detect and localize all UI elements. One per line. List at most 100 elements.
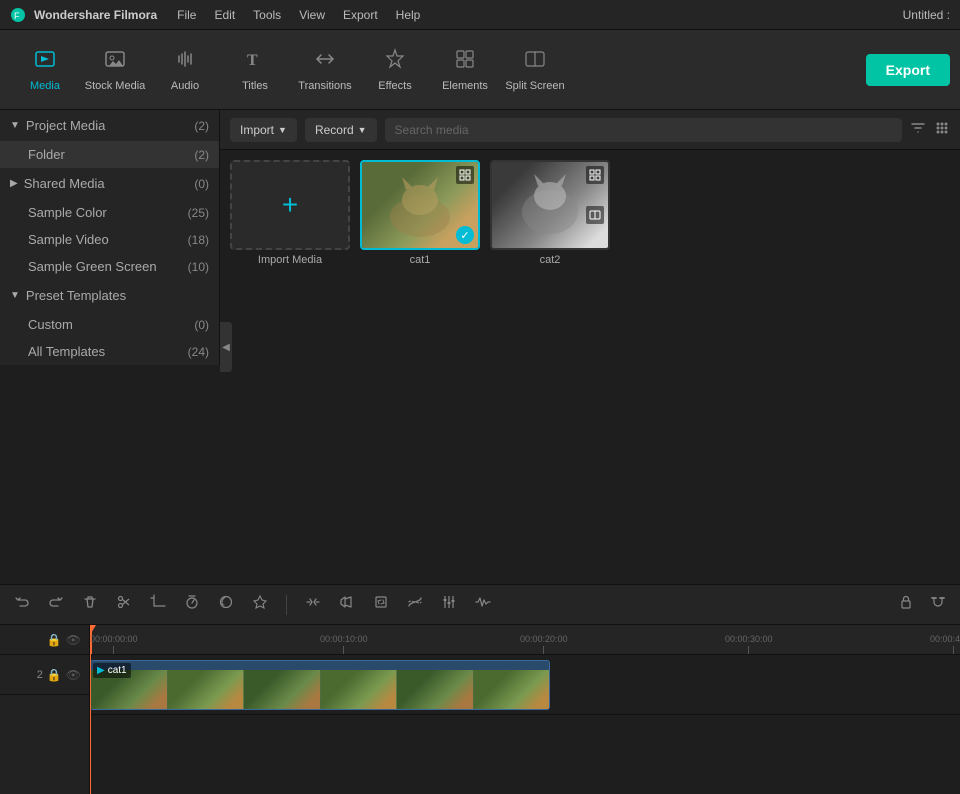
window-title: Untitled :	[903, 8, 950, 22]
cat2-thumbnail[interactable]	[490, 160, 610, 250]
sidebar-item-sample-green-screen[interactable]: Sample Green Screen (10)	[0, 253, 219, 280]
undo-button[interactable]	[10, 590, 34, 619]
media-card-cat1[interactable]: ✓ cat1	[360, 160, 480, 266]
tab-effects[interactable]: Effects	[360, 35, 430, 105]
tab-transitions-label: Transitions	[298, 80, 351, 92]
tab-split-screen-label: Split Screen	[505, 80, 564, 92]
timeline-content: 🔒 👁 2 🔒 👁 00:00:00:00 00:00:10:00	[0, 625, 960, 794]
video-track-label: 2 🔒 👁	[0, 655, 89, 695]
stabilize-button[interactable]	[301, 590, 325, 619]
menu-bar: File Edit Tools View Export Help	[177, 8, 420, 22]
custom-count: (0)	[194, 318, 209, 332]
split-icon	[586, 206, 604, 224]
sidebar-collapse-button[interactable]: ◀	[220, 322, 232, 372]
tab-stock-media[interactable]: Stock Media	[80, 35, 150, 105]
menu-view[interactable]: View	[299, 8, 325, 22]
sidebar: ▼ Project Media (2) Folder (2) ▶ Shared …	[0, 110, 220, 365]
menu-tools[interactable]: Tools	[253, 8, 281, 22]
custom-label: Custom	[28, 317, 194, 332]
delete-button[interactable]	[78, 590, 102, 619]
all-templates-count: (24)	[188, 345, 209, 359]
tab-titles[interactable]: T Titles	[220, 35, 290, 105]
import-media-card[interactable]: + Import Media	[230, 160, 350, 266]
filter-button[interactable]	[910, 120, 926, 139]
plus-icon: +	[282, 189, 298, 221]
shared-media-label: Shared Media	[24, 176, 195, 191]
menu-file[interactable]: File	[177, 8, 196, 22]
svg-text:T: T	[247, 52, 258, 69]
sample-color-count: (25)	[188, 206, 209, 220]
speed-button[interactable]	[180, 590, 204, 619]
preset-templates-label: Preset Templates	[26, 288, 209, 303]
app-logo: F	[10, 7, 26, 23]
color-button[interactable]	[214, 590, 238, 619]
timeline-toolbar	[0, 585, 960, 625]
lock-button[interactable]	[894, 590, 918, 619]
eye-track-icon[interactable]: 👁	[66, 668, 81, 682]
sidebar-item-all-templates[interactable]: All Templates (24)	[0, 338, 219, 365]
menu-export[interactable]: Export	[343, 8, 378, 22]
video-clip-cat1[interactable]: ▶ cat1	[90, 660, 550, 710]
waveform-button[interactable]	[471, 590, 495, 619]
shared-media-count: (0)	[194, 177, 209, 191]
track-number: 2	[37, 669, 43, 681]
import-media-area[interactable]: +	[230, 160, 350, 250]
main-area: ▼ Project Media (2) Folder (2) ▶ Shared …	[0, 110, 960, 584]
cat1-label: cat1	[410, 254, 431, 266]
sidebar-item-sample-color[interactable]: Sample Color (25)	[0, 199, 219, 226]
ai-tools-button[interactable]	[248, 590, 272, 619]
timeline-tracks: ▶ cat1	[90, 655, 960, 794]
lut-button[interactable]	[403, 590, 427, 619]
sidebar-item-sample-video[interactable]: Sample Video (18)	[0, 226, 219, 253]
tab-transitions[interactable]: Transitions	[290, 35, 360, 105]
title-bar: F Wondershare Filmora File Edit Tools Vi…	[0, 0, 960, 30]
lock-track-icon[interactable]: 🔒	[47, 668, 62, 682]
content-toolbar: Import ▼ Record ▼	[220, 110, 960, 150]
ruler-mark-0: 00:00:00:00	[90, 634, 138, 654]
media-grid: + Import Media	[220, 150, 960, 584]
sample-green-screen-label: Sample Green Screen	[28, 259, 188, 274]
sidebar-wrapper: ▼ Project Media (2) Folder (2) ▶ Shared …	[0, 110, 220, 584]
sidebar-item-preset-templates[interactable]: ▼ Preset Templates	[0, 280, 219, 311]
import-button[interactable]: Import ▼	[230, 118, 297, 142]
folder-count: (2)	[194, 148, 209, 162]
all-templates-label: All Templates	[28, 344, 188, 359]
stock-media-icon	[104, 48, 126, 76]
tab-elements-label: Elements	[442, 80, 488, 92]
lock-icon-small: 🔒	[47, 633, 62, 647]
grid-view-button[interactable]	[934, 120, 950, 139]
audio-button[interactable]	[335, 590, 359, 619]
magnet-button[interactable]	[926, 590, 950, 619]
cat2-label: cat2	[540, 254, 561, 266]
media-card-cat2[interactable]: cat2	[490, 160, 610, 266]
search-input[interactable]	[385, 118, 902, 142]
timeline-labels: 🔒 👁 2 🔒 👁	[0, 625, 90, 794]
timeline-divider	[286, 595, 287, 615]
redo-button[interactable]	[44, 590, 68, 619]
tab-split-screen[interactable]: Split Screen	[500, 35, 570, 105]
tab-audio[interactable]: Audio	[150, 35, 220, 105]
sidebar-item-custom[interactable]: Custom (0)	[0, 311, 219, 338]
video-track[interactable]: ▶ cat1	[90, 655, 960, 715]
menu-edit[interactable]: Edit	[214, 8, 235, 22]
tab-effects-label: Effects	[378, 80, 411, 92]
sidebar-item-project-media[interactable]: ▼ Project Media (2)	[0, 110, 219, 141]
sidebar-item-folder[interactable]: Folder (2)	[0, 141, 219, 168]
audio-mixer-button[interactable]	[437, 590, 461, 619]
cat1-thumbnail[interactable]: ✓	[360, 160, 480, 250]
menu-help[interactable]: Help	[396, 8, 421, 22]
playhead[interactable]	[90, 625, 96, 794]
tab-media[interactable]: Media	[10, 35, 80, 105]
timeline-ruler[interactable]: 00:00:00:00 00:00:10:00 00:00:20:00 00:0…	[90, 625, 960, 655]
tab-elements[interactable]: Elements	[430, 35, 500, 105]
record-button[interactable]: Record ▼	[305, 118, 377, 142]
transitions-icon	[314, 48, 336, 76]
crop-button[interactable]	[146, 590, 170, 619]
sidebar-item-shared-media[interactable]: ▶ Shared Media (0)	[0, 168, 219, 199]
export-button[interactable]: Export	[866, 54, 950, 86]
scissors-button[interactable]	[112, 590, 136, 619]
transform-button[interactable]	[369, 590, 393, 619]
chevron-down-icon: ▼	[10, 120, 20, 131]
effects-icon	[384, 48, 406, 76]
grid-icon	[456, 166, 474, 184]
